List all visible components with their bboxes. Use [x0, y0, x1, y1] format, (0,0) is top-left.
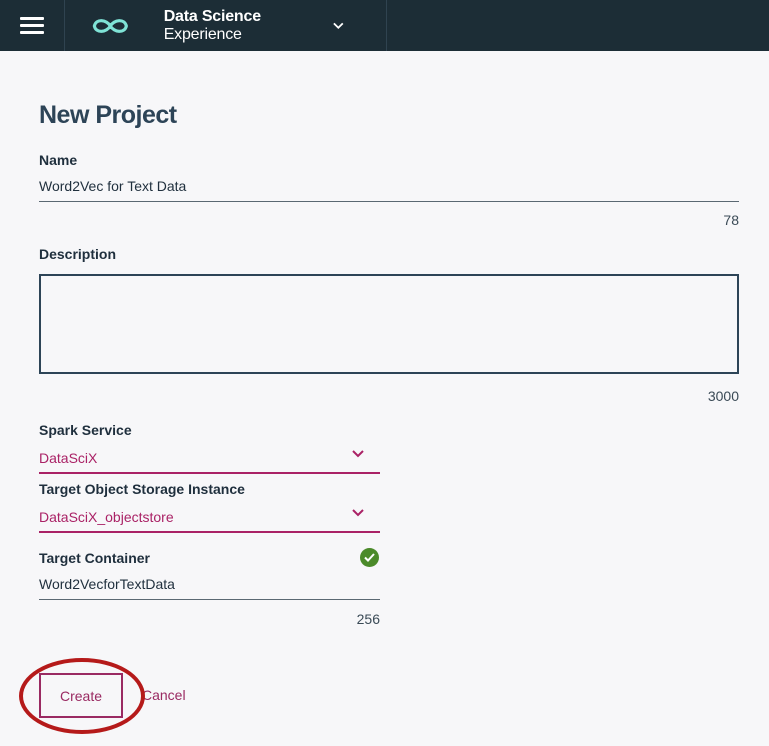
description-label: Description	[39, 246, 117, 262]
object-storage-select[interactable]: DataSciX_objectstore	[39, 505, 380, 533]
name-input-underline	[39, 201, 739, 202]
spark-service-label: Spark Service	[39, 422, 132, 438]
hamburger-menu-button[interactable]	[0, 0, 65, 51]
check-circle-icon	[360, 548, 379, 567]
spark-service-select[interactable]: DataSciX	[39, 446, 380, 474]
object-storage-value: DataSciX_objectstore	[39, 509, 174, 525]
create-button-label: Create	[59, 687, 103, 704]
chevron-down-icon	[352, 450, 364, 458]
product-switcher[interactable]: Data Science Experience	[65, 0, 387, 51]
target-container-underline	[39, 599, 380, 600]
object-storage-label: Target Object Storage Instance	[39, 481, 245, 497]
description-textarea[interactable]	[39, 274, 739, 374]
chevron-down-icon	[333, 22, 344, 29]
description-char-counter: 3000	[707, 388, 739, 404]
infinity-logo-icon	[92, 18, 128, 33]
hamburger-icon	[20, 13, 44, 38]
name-input[interactable]: Word2Vec for Text Data	[39, 178, 739, 198]
chevron-down-icon	[352, 509, 364, 517]
name-char-counter: 78	[723, 212, 739, 228]
target-container-label: Target Container	[39, 550, 150, 566]
top-navigation-bar: Data Science Experience	[0, 0, 769, 51]
create-button[interactable]: Create	[39, 673, 123, 718]
target-container-input[interactable]: Word2VecforTextData	[39, 576, 380, 596]
page-title: New Project	[39, 101, 177, 129]
target-container-char-counter: 256	[356, 611, 380, 627]
product-name: Data Science Experience	[163, 7, 261, 43]
name-label: Name	[39, 152, 78, 168]
spark-service-value: DataSciX	[39, 450, 98, 466]
cancel-link[interactable]: Cancel	[142, 687, 186, 703]
